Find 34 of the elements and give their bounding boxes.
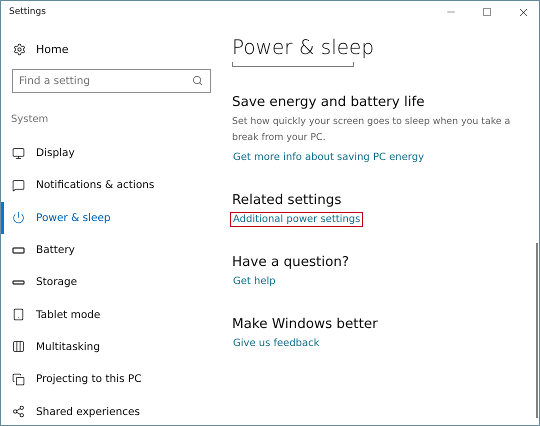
monitor-icon [12,146,25,160]
scrollbar[interactable] [536,243,538,418]
link[interactable]: Get help [230,274,279,289]
nav-item[interactable]: Multitasking [1,330,221,364]
section-label: System [11,114,50,127]
search-icon [192,75,203,86]
window-title: Settings [9,7,47,17]
nav-item[interactable]: Notifications & actions [1,169,221,202]
section-heading: Save energy and battery life [232,94,425,110]
section-heading: Make Windows better [232,316,378,332]
section-description: Set how quickly your screen goes to sleep when you take a break from your PC. [232,115,512,145]
link[interactable]: Give us feedback [230,336,322,351]
nav-item[interactable]: Tablet mode [1,298,221,331]
power-icon [12,211,25,224]
nav-item[interactable]: Battery [1,234,221,266]
home-link[interactable]: Home [1,38,221,60]
link[interactable]: Additional power settings [230,212,364,227]
section-heading: Related settings [232,192,342,208]
copy-icon [12,372,25,386]
nav-item[interactable]: Storage [1,266,221,298]
section-heading: Have a question? [232,254,350,270]
maximize-icon [482,7,492,17]
page-title: Power & sleep [232,35,376,59]
nav-item[interactable]: Shared experiences [1,395,221,425]
tablet-icon [12,308,25,322]
link[interactable]: Get more info about saving PC energy [230,150,427,165]
nav-item[interactable]: Display [1,137,221,170]
share-icon [12,405,25,418]
search-field[interactable]: Find a setting [12,69,211,93]
settings-icon [13,42,26,56]
nav-item[interactable]: Power & sleep [1,202,221,234]
columns-icon [12,340,25,354]
message-icon [12,178,25,192]
nav-item[interactable]: Projecting to this PC [1,363,221,396]
